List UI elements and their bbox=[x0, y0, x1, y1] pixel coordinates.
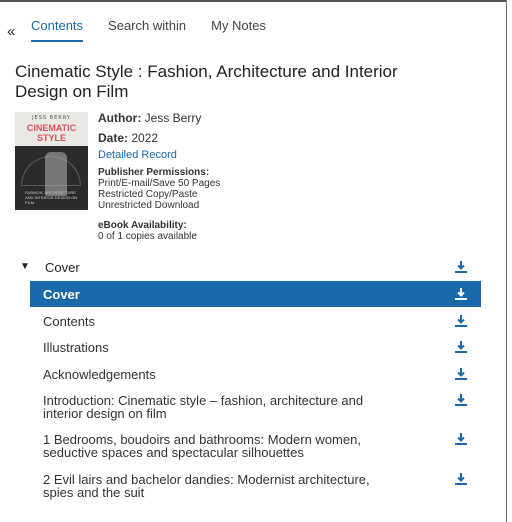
toc-item-label: Illustrations bbox=[43, 340, 109, 355]
toc-item-contents[interactable]: Contents bbox=[30, 311, 481, 333]
toc-item-illustrations[interactable]: Illustrations bbox=[30, 337, 481, 359]
date-row: Date: 2022 bbox=[98, 131, 158, 145]
toc-item-chapter-1[interactable]: 1 Bedrooms, boudoirs and bathrooms: Mode… bbox=[30, 429, 481, 463]
download-icon[interactable] bbox=[454, 432, 468, 446]
ebook-availability: eBook Availability: 0 of 1 copies availa… bbox=[98, 220, 197, 242]
toc-item-label: 1 Bedrooms, boudoirs and bathrooms: Mode… bbox=[43, 432, 361, 460]
toc-item-label: Contents bbox=[43, 314, 96, 329]
cover-subtitle-text: FASHION, ARCHITECTURE AND INTERIOR DESIG… bbox=[25, 190, 78, 205]
availability-value: 0 of 1 copies available bbox=[98, 231, 197, 242]
permission-copy: Restricted Copy/Paste bbox=[98, 189, 198, 200]
permissions-label: Publisher Permissions: bbox=[98, 167, 210, 178]
publisher-permissions: Publisher Permissions: Print/E-mail/Save… bbox=[98, 167, 220, 211]
toc-section-label: Cover bbox=[45, 260, 80, 275]
window-top-border bbox=[0, 0, 512, 4]
caret-down-icon[interactable]: ▼ bbox=[20, 261, 30, 272]
toc-item-acknowledgements[interactable]: Acknowledgements bbox=[30, 364, 481, 386]
download-icon[interactable] bbox=[454, 287, 468, 301]
author-label: Author: bbox=[98, 111, 142, 125]
toc-item-label: 2 Evil lairs and bachelor dandies: Moder… bbox=[43, 472, 370, 500]
date-value: 2022 bbox=[131, 131, 159, 145]
download-icon[interactable] bbox=[454, 314, 468, 328]
toc-item-label: Introduction: Cinematic style – fashion,… bbox=[43, 393, 364, 421]
permission-print: Print/E-mail/Save 50 Pages bbox=[98, 178, 221, 189]
toc-item-label: Acknowledgements bbox=[43, 367, 156, 382]
book-title: Cinematic Style : Fashion, Architecture … bbox=[15, 62, 398, 101]
tab-bar: Contents Search within My Notes bbox=[31, 18, 291, 42]
download-icon[interactable] bbox=[454, 367, 468, 381]
date-label: Date: bbox=[98, 131, 129, 145]
permission-download: Unrestricted Download bbox=[98, 200, 200, 211]
tab-contents[interactable]: Contents bbox=[31, 18, 84, 42]
availability-label: eBook Availability: bbox=[98, 220, 187, 231]
tab-search-within[interactable]: Search within bbox=[108, 18, 186, 42]
toc-item-chapter-2[interactable]: 2 Evil lairs and bachelor dandies: Moder… bbox=[30, 470, 481, 504]
window-right-border bbox=[506, 0, 512, 522]
collapse-panel-icon[interactable]: « bbox=[7, 24, 15, 39]
toc-item-label: Cover bbox=[43, 287, 80, 302]
cover-title-text: CINEMATIC STYLE bbox=[26, 123, 77, 143]
download-icon[interactable] bbox=[454, 260, 468, 274]
download-icon[interactable] bbox=[454, 393, 468, 407]
tab-my-notes[interactable]: My Notes bbox=[211, 18, 266, 42]
book-cover-image: JESS BERRY CINEMATIC STYLE FASHION, ARCH… bbox=[15, 112, 88, 210]
author-value: Jess Berry bbox=[144, 111, 202, 125]
toc-section-header[interactable]: ▼ Cover bbox=[20, 258, 480, 278]
download-icon[interactable] bbox=[454, 340, 468, 354]
toc-item-introduction[interactable]: Introduction: Cinematic style – fashion,… bbox=[30, 391, 481, 423]
toc-item-cover[interactable]: Cover bbox=[30, 281, 481, 307]
author-row: Author: Jess Berry bbox=[98, 111, 201, 125]
download-icon[interactable] bbox=[454, 472, 468, 486]
detailed-record-link[interactable]: Detailed Record bbox=[98, 149, 177, 161]
cover-author-text: JESS BERRY bbox=[32, 115, 71, 121]
